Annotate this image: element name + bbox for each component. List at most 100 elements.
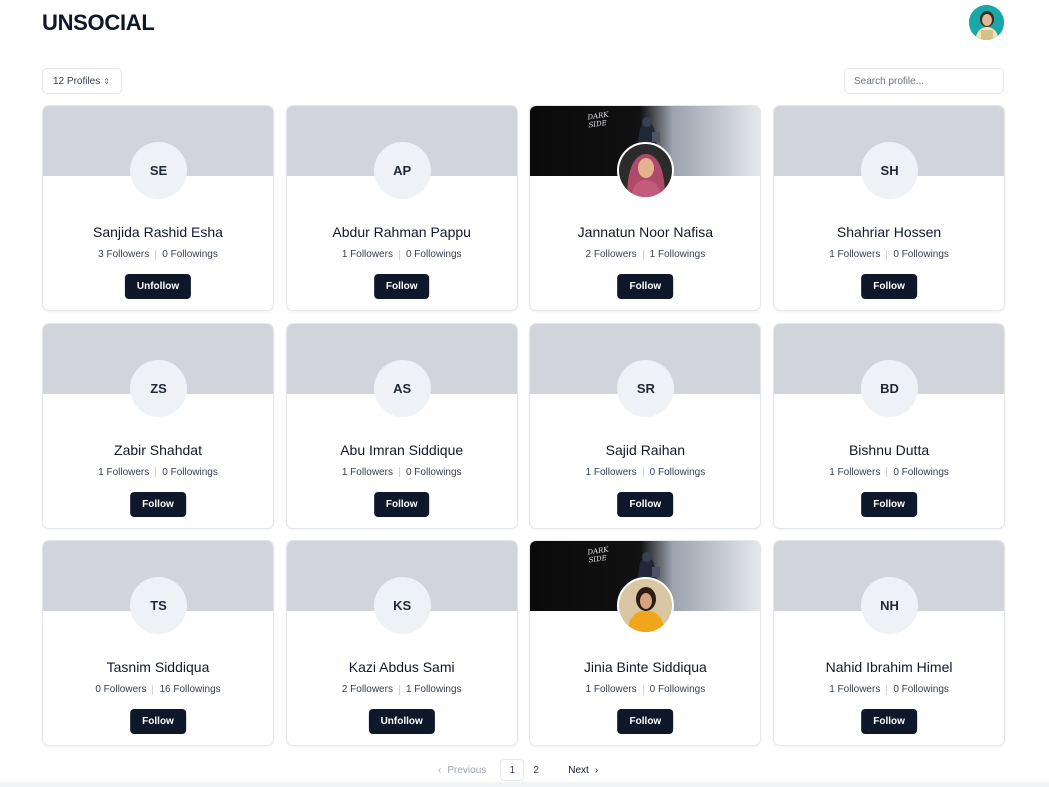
stats-divider — [886, 249, 888, 260]
stats-divider — [886, 684, 888, 695]
current-user-avatar[interactable] — [969, 5, 1004, 40]
followings-count: 1 Followings — [649, 249, 706, 260]
follow-button[interactable]: Follow — [130, 709, 186, 734]
follow-button[interactable]: Follow — [373, 274, 430, 299]
profile-stats: 1 Followers 0 Followings — [287, 249, 517, 260]
profile-card[interactable]: KS Kazi Abdus Sami 2 Followers 1 Followings… — [285, 540, 518, 746]
profile-card[interactable]: SH Shahriar Hossen 1 Followers 0 Followings… — [773, 105, 1006, 311]
profile-stats: 3 Followers 0 Followings — [43, 249, 273, 260]
next-label: Next — [568, 764, 589, 776]
profile-stats: 2 Followers 1 Followings — [287, 684, 517, 695]
followers-count: 1 Followers — [341, 249, 393, 260]
profile-name[interactable]: Abu Imran Siddique — [287, 442, 517, 458]
profile-name[interactable]: Abdur Rahman Pappu — [287, 224, 517, 240]
profile-count-label: 12 Profiles — [53, 75, 101, 87]
followings-count: 1 Followings — [405, 684, 462, 695]
profile-name[interactable]: Shahriar Hossen — [774, 224, 1004, 240]
profile-avatar[interactable]: NH — [861, 577, 919, 634]
profile-avatar[interactable]: ZS — [130, 359, 187, 417]
stats-divider — [642, 467, 644, 477]
follow-button[interactable]: Follow — [861, 709, 917, 734]
unfollow-button[interactable]: Unfollow — [368, 709, 435, 734]
followers-count: 3 Followers — [98, 249, 150, 260]
profile-name[interactable]: Nahid Ibrahim Himel — [774, 659, 1004, 675]
profile-card[interactable]: SE Sanjida Rashid Esha 3 Followers 0 Follow… — [42, 105, 274, 311]
stats-divider — [886, 467, 888, 477]
profile-stats: 1 Followers 0 Followings — [287, 467, 517, 478]
profile-stats: 2 Followers 1 Followings — [530, 249, 760, 260]
follow-button[interactable]: Follow — [617, 274, 674, 299]
stats-divider — [152, 684, 154, 695]
stats-divider — [642, 684, 644, 695]
follow-button[interactable]: Follow — [861, 274, 917, 299]
profile-card[interactable]: SR Sajid Raihan 1 Followers 0 Followings Fol… — [529, 322, 762, 529]
profile-name[interactable]: Jinia Binte Siddiqua — [530, 659, 760, 675]
profile-card[interactable]: DARK SIDE Jannatun Noor Nafisa 2 Followers… — [529, 105, 762, 311]
profile-card[interactable]: NH Nahid Ibrahim Himel 1 Followers 0 Follow… — [773, 540, 1006, 746]
profile-avatar[interactable] — [617, 577, 675, 634]
follow-button[interactable]: Follow — [861, 491, 917, 517]
follow-button[interactable]: Follow — [373, 491, 430, 517]
profile-name[interactable]: Bishnu Dutta — [774, 442, 1004, 458]
page-button-2[interactable]: 2 — [524, 759, 548, 781]
stats-divider — [398, 467, 400, 477]
profile-avatar[interactable]: TS — [130, 577, 187, 634]
search-input[interactable] — [844, 68, 1004, 94]
profile-card[interactable]: BD Bishnu Dutta 1 Followers 0 Followings Fol… — [773, 322, 1006, 529]
profile-grid: SE Sanjida Rashid Esha 3 Followers 0 Follow… — [42, 105, 1006, 746]
followers-count: 2 Followers — [341, 684, 393, 695]
profile-stats: 1 Followers 0 Followings — [774, 467, 1004, 478]
profile-name[interactable]: Sajid Raihan — [530, 442, 760, 458]
profile-card[interactable]: AP Abdur Rahman Pappu 1 Followers 0 Followi… — [285, 105, 518, 311]
profile-photo-icon — [619, 579, 673, 632]
follow-button[interactable]: Follow — [617, 491, 674, 517]
follow-button[interactable]: Follow — [130, 491, 186, 517]
app-brand[interactable]: UNSOCIAL — [42, 10, 155, 36]
profile-avatar[interactable]: BD — [861, 359, 919, 417]
profile-avatar[interactable] — [617, 142, 675, 199]
profile-avatar[interactable]: SR — [617, 359, 675, 417]
profile-stats: 1 Followers 0 Followings — [774, 249, 1004, 260]
profile-stats: 1 Followers 0 Followings — [43, 467, 273, 478]
followers-count: 1 Followers — [98, 466, 150, 478]
profile-avatar[interactable]: SH — [861, 142, 919, 199]
followings-count: 0 Followings — [405, 466, 462, 478]
stats-divider — [155, 249, 157, 260]
profile-avatar[interactable]: SE — [130, 142, 187, 199]
profile-card[interactable]: AS Abu Imran Siddique 1 Followers 0 Followi… — [285, 322, 518, 529]
profile-name[interactable]: Tasnim Siddiqua — [43, 659, 273, 675]
profile-name[interactable]: Sanjida Rashid Esha — [43, 224, 273, 240]
followers-count: 1 Followers — [585, 466, 637, 478]
stats-divider — [642, 249, 644, 260]
previous-page-button[interactable]: ‹ Previous — [430, 759, 494, 781]
profile-card[interactable]: DARK SIDE Jinia Binte Siddiqua 1 Followers… — [529, 540, 762, 746]
followings-count: 0 Followings — [893, 684, 949, 695]
cover-art-text: DARK SIDE — [587, 545, 610, 565]
follow-button[interactable]: Follow — [617, 709, 674, 734]
profile-photo-icon — [619, 144, 673, 197]
profile-card[interactable]: ZS Zabir Shahdat 1 Followers 0 Followings Fo… — [42, 322, 274, 529]
followings-count: 0 Followings — [893, 249, 949, 260]
followings-count: 0 Followings — [405, 249, 462, 260]
followers-count: 2 Followers — [585, 249, 637, 260]
profile-name[interactable]: Jannatun Noor Nafisa — [530, 224, 760, 240]
profile-count-select[interactable]: 12 Profiles ⇕ — [42, 68, 122, 94]
previous-label: Previous — [447, 764, 487, 776]
profile-name[interactable]: Kazi Abdus Sami — [287, 659, 517, 675]
followings-count: 0 Followings — [649, 466, 706, 478]
followings-count: 0 Followings — [893, 466, 949, 478]
stats-divider — [398, 249, 400, 260]
profile-stats: 1 Followers 0 Followings — [530, 467, 760, 478]
profile-name[interactable]: Zabir Shahdat — [43, 442, 273, 458]
pagination: ‹ Previous 1 2 Next › — [430, 759, 606, 781]
profile-avatar[interactable]: AS — [373, 359, 431, 417]
page-button-1[interactable]: 1 — [500, 759, 525, 781]
followers-count: 0 Followers — [95, 684, 147, 695]
next-page-button[interactable]: Next › — [560, 759, 606, 781]
profile-avatar[interactable]: AP — [373, 142, 431, 199]
followings-count: 0 Followings — [162, 249, 218, 260]
profile-card[interactable]: TS Tasnim Siddiqua 0 Followers 16 Following… — [42, 540, 274, 746]
unfollow-button[interactable]: Unfollow — [124, 274, 192, 299]
followings-count: 16 Followings — [159, 684, 221, 695]
profile-avatar[interactable]: KS — [373, 577, 431, 634]
